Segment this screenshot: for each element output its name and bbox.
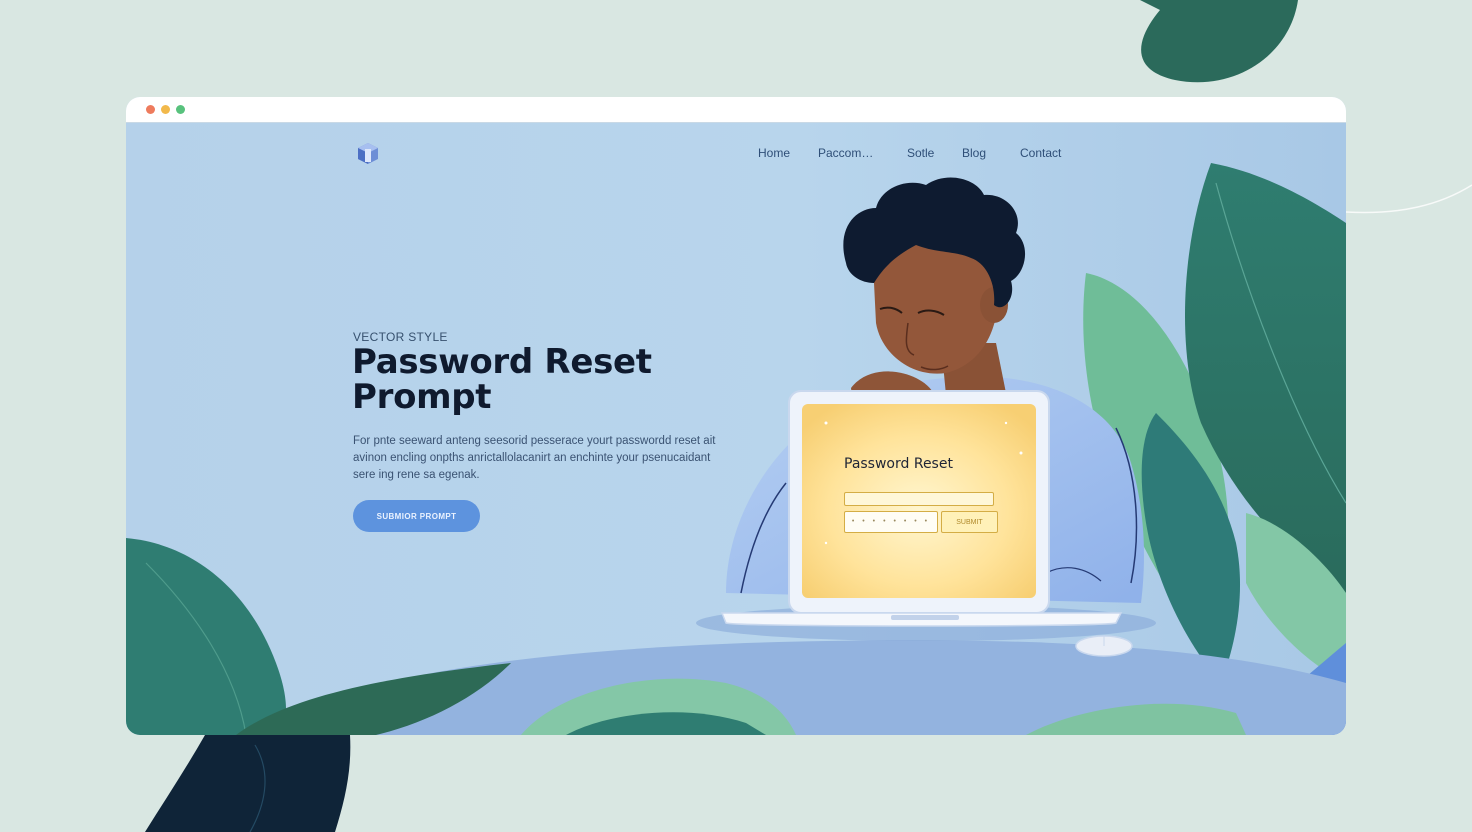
top-leaf (1140, 0, 1298, 83)
nav-contact[interactable]: Contact (1020, 146, 1061, 160)
page-title: Password Reset Prompt (352, 342, 652, 417)
minimize-window-dot[interactable] (161, 105, 170, 114)
nav-home[interactable]: Home (758, 146, 790, 160)
password-field[interactable] (844, 511, 938, 533)
form-title: Password Reset (844, 456, 953, 472)
bottom-leaf (145, 735, 351, 832)
browser-window: Home Paccom… Sotle Blog Contact VECTOR S… (126, 97, 1346, 735)
submit-button[interactable]: SUBMIT (941, 511, 998, 533)
nav-blog[interactable]: Blog (962, 146, 986, 160)
maximize-window-dot[interactable] (176, 105, 185, 114)
decor-curve (1345, 184, 1472, 214)
close-window-dot[interactable] (146, 105, 155, 114)
hero-illustration (126, 123, 1346, 735)
nav-sotle[interactable]: Sotle (907, 146, 934, 160)
cube-logo-icon[interactable] (355, 140, 381, 166)
password-reset-form: Password Reset SUBMIT (804, 408, 1034, 594)
page-viewport: Home Paccom… Sotle Blog Contact VECTOR S… (126, 123, 1346, 735)
laptop-notch (891, 615, 959, 620)
window-titlebar (126, 97, 1346, 123)
nav-password[interactable]: Paccom… (818, 146, 873, 160)
hero-description: For pnte seeward anteng seesorid pessera… (353, 435, 716, 481)
cta-button[interactable]: SUBMIOR PROMPT (353, 500, 480, 532)
email-field[interactable] (844, 492, 994, 506)
